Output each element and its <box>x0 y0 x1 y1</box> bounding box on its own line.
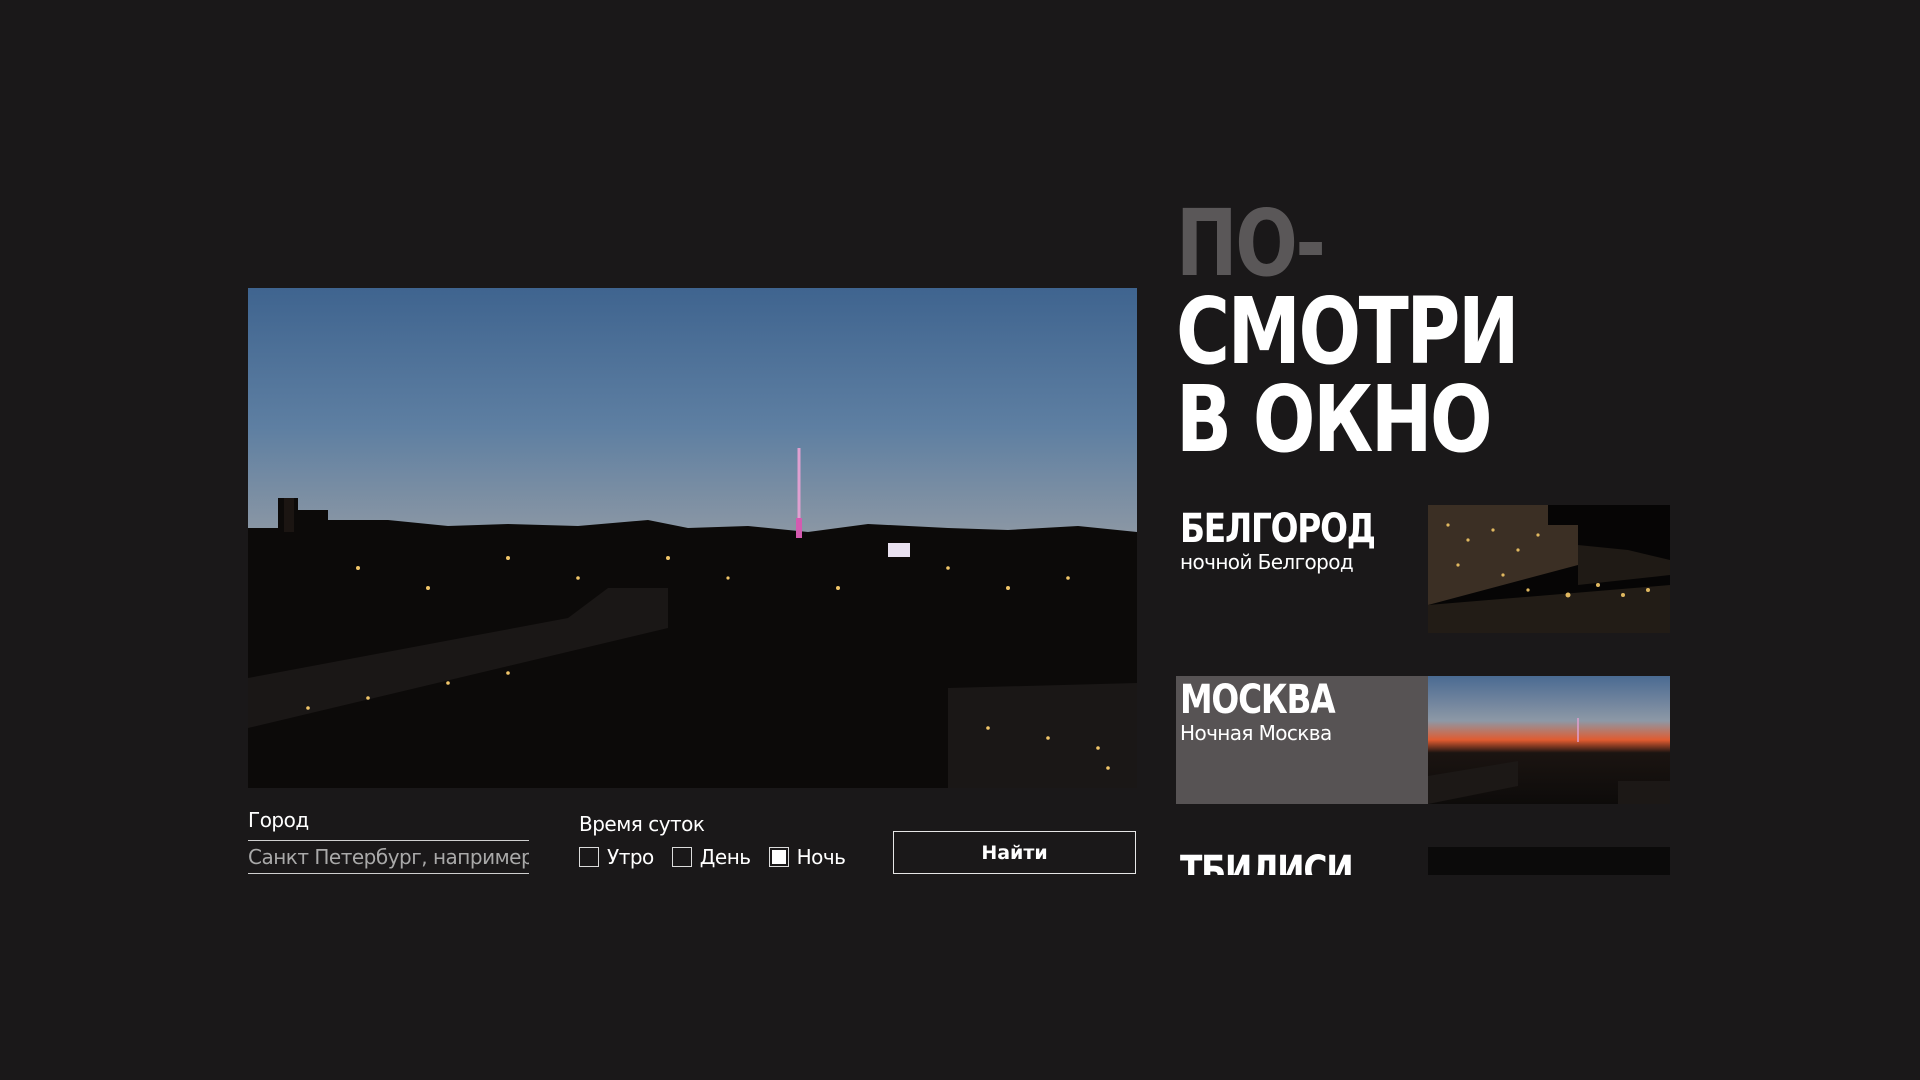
tbilisi-thumbnail <box>1428 847 1670 875</box>
title-line-1: ПО- <box>1176 190 1326 297</box>
moscow-thumbnail <box>1428 676 1670 804</box>
city-label: Город <box>248 808 309 832</box>
main-city-video[interactable] <box>248 288 1137 788</box>
day-option[interactable]: День <box>671 845 751 869</box>
city-name: МОСКВА <box>1180 677 1336 723</box>
day-checkbox[interactable] <box>671 847 692 867</box>
city-card-text: ТБИЛИСИ <box>1176 847 1428 875</box>
city-name: ТБИЛИСИ <box>1180 848 1354 875</box>
time-of-day-options: Утро День Ночь <box>579 845 863 869</box>
night-checkbox[interactable] <box>768 847 789 867</box>
city-subtitle: Ночная Москва <box>1180 721 1332 745</box>
title-line-2: СМОТРИ <box>1176 278 1520 385</box>
belgorod-thumbnail <box>1428 505 1670 633</box>
time-of-day-label: Время суток <box>579 812 705 836</box>
morning-option[interactable]: Утро <box>579 845 654 869</box>
page-title: ПО- СМОТРИ В ОКНО <box>1176 190 1520 473</box>
day-label: День <box>699 845 751 869</box>
city-subtitle: ночной Белгород <box>1180 550 1354 574</box>
city-card-text: БЕЛГОРОД ночной Белгород <box>1176 505 1428 633</box>
night-label: Ночь <box>796 845 846 869</box>
city-name: БЕЛГОРОД <box>1180 506 1376 552</box>
city-card-belgorod[interactable]: БЕЛГОРОД ночной Белгород <box>1176 505 1670 633</box>
city-card-tbilisi[interactable]: ТБИЛИСИ <box>1176 847 1670 875</box>
city-card-text: МОСКВА Ночная Москва <box>1176 676 1428 804</box>
city-skyline-image <box>248 448 1137 788</box>
morning-checkbox[interactable] <box>579 847 599 867</box>
find-button[interactable]: Найти <box>893 831 1136 874</box>
night-option[interactable]: Ночь <box>768 845 846 869</box>
city-card-moscow[interactable]: МОСКВА Ночная Москва <box>1176 676 1670 804</box>
city-input[interactable] <box>248 840 529 874</box>
title-line-3: В ОКНО <box>1176 366 1493 473</box>
morning-label: Утро <box>607 845 654 869</box>
